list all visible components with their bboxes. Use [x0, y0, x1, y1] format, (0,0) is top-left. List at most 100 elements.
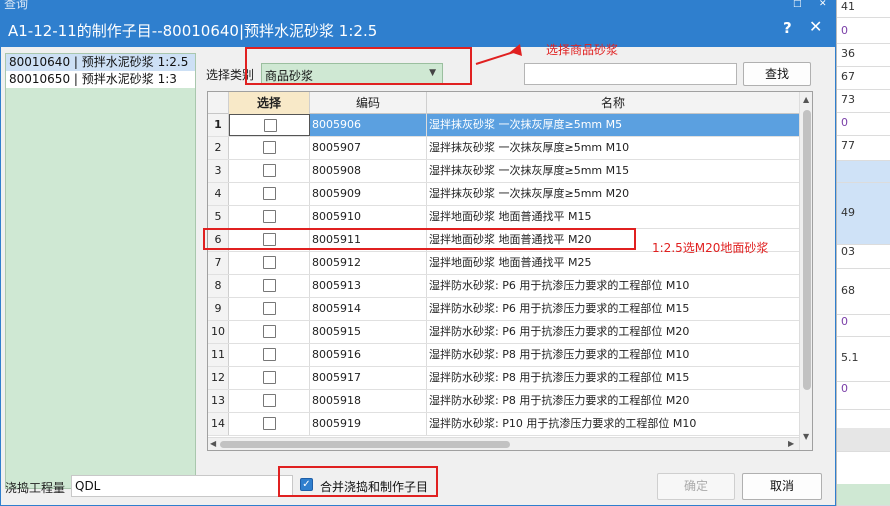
name-cell[interactable]: 湿拌防水砂浆: P6 用于抗渗压力要求的工程部位 M10	[427, 275, 799, 297]
table-row[interactable]: 1 8005906 湿拌抹灰砂浆 一次抹灰厚度≥5mm M5	[208, 114, 799, 137]
code-cell[interactable]: 8005915	[310, 321, 427, 343]
scroll-right-icon[interactable]: ▶	[788, 439, 794, 448]
select-cell	[229, 321, 310, 343]
code-cell[interactable]: 8005918	[310, 390, 427, 412]
row-index: 8	[208, 275, 229, 297]
row-checkbox[interactable]	[263, 256, 276, 269]
background-window-title: 查询	[4, 0, 29, 10]
cancel-button[interactable]: 取消	[742, 473, 822, 500]
maximize-icon[interactable]: □	[793, 0, 802, 10]
name-column-header[interactable]: 名称	[427, 92, 799, 114]
select-cell	[229, 252, 310, 274]
code-column-header[interactable]: 编码	[310, 92, 427, 114]
code-cell[interactable]: 8005910	[310, 206, 427, 228]
row-index: 4	[208, 183, 229, 205]
name-cell[interactable]: 湿拌抹灰砂浆 一次抹灰厚度≥5mm M20	[427, 183, 799, 205]
code-cell[interactable]: 8005914	[310, 298, 427, 320]
bg-cell: 0	[837, 116, 890, 136]
code-cell[interactable]: 8005916	[310, 344, 427, 366]
bg-cell: 67	[837, 70, 890, 90]
name-cell[interactable]: 湿拌防水砂浆: P8 用于抗渗压力要求的工程部位 M20	[427, 390, 799, 412]
table-row[interactable]: 5 8005910 湿拌地面砂浆 地面普通找平 M15	[208, 206, 799, 229]
table-row[interactable]: 8 8005913 湿拌防水砂浆: P6 用于抗渗压力要求的工程部位 M10	[208, 275, 799, 298]
name-cell[interactable]: 湿拌防水砂浆: P6 用于抗渗压力要求的工程部位 M15	[427, 298, 799, 320]
scroll-down-icon[interactable]: ▼	[803, 432, 809, 441]
row-checkbox[interactable]	[263, 348, 276, 361]
select-cell	[229, 390, 310, 412]
category-highlight-box	[245, 47, 472, 85]
row-checkbox[interactable]	[263, 394, 276, 407]
dialog-title: A1-12-11的制作子目--80010640|预拌水泥砂浆 1:2.5	[8, 22, 378, 40]
table-row[interactable]: 14 8005919 湿拌防水砂浆: P10 用于抗渗压力要求的工程部位 M10	[208, 413, 799, 436]
annotation-arrow-icon	[475, 44, 522, 65]
row-checkbox[interactable]	[263, 302, 276, 315]
name-cell[interactable]: 湿拌地面砂浆 地面普通找平 M15	[427, 206, 799, 228]
code-cell[interactable]: 8005917	[310, 367, 427, 389]
table-row[interactable]: 12 8005917 湿拌防水砂浆: P8 用于抗渗压力要求的工程部位 M15	[208, 367, 799, 390]
select-column-header[interactable]: 选择	[229, 92, 310, 114]
table-row[interactable]: 13 8005918 湿拌防水砂浆: P8 用于抗渗压力要求的工程部位 M20	[208, 390, 799, 413]
row-checkbox[interactable]	[263, 417, 276, 430]
list-item[interactable]: 80010640 | 预拌水泥砂浆 1:2.5	[6, 54, 195, 71]
table-row[interactable]: 2 8005907 湿拌抹灰砂浆 一次抹灰厚度≥5mm M10	[208, 137, 799, 160]
row-checkbox[interactable]	[263, 371, 276, 384]
bg-cell: 41	[837, 0, 890, 18]
horizontal-scrollbar[interactable]: ◀ ▶	[208, 437, 799, 450]
select-cell	[229, 137, 310, 159]
code-cell[interactable]: 8005912	[310, 252, 427, 274]
table-row[interactable]: 10 8005915 湿拌防水砂浆: P6 用于抗渗压力要求的工程部位 M20	[208, 321, 799, 344]
row-index: 7	[208, 252, 229, 274]
scroll-thumb[interactable]	[220, 441, 510, 448]
help-icon[interactable]: ?	[783, 19, 792, 37]
category-annotation: 选择商品砂浆	[546, 43, 619, 57]
row-checkbox[interactable]	[263, 164, 276, 177]
row-index: 3	[208, 160, 229, 182]
find-button[interactable]: 查找	[743, 62, 811, 86]
row-checkbox[interactable]	[263, 187, 276, 200]
scroll-left-icon[interactable]: ◀	[210, 439, 216, 448]
row-checkbox[interactable]	[263, 141, 276, 154]
select-cell	[229, 275, 310, 297]
row-index: 10	[208, 321, 229, 343]
row-index: 2	[208, 137, 229, 159]
vertical-scrollbar[interactable]: ▲ ▼	[799, 92, 812, 450]
select-cell	[229, 367, 310, 389]
bg-cell	[837, 484, 890, 506]
confirm-button[interactable]: 确定	[657, 473, 735, 500]
name-cell[interactable]: 湿拌抹灰砂浆 一次抹灰厚度≥5mm M10	[427, 137, 799, 159]
dialog-titlebar[interactable]: A1-12-11的制作子目--80010640|预拌水泥砂浆 1:2.5 ? ✕	[1, 11, 835, 47]
code-cell[interactable]: 8005909	[310, 183, 427, 205]
name-cell[interactable]: 湿拌抹灰砂浆 一次抹灰厚度≥5mm M15	[427, 160, 799, 182]
code-cell[interactable]: 8005908	[310, 160, 427, 182]
row-checkbox[interactable]	[263, 210, 276, 223]
name-cell[interactable]: 湿拌防水砂浆: P6 用于抗渗压力要求的工程部位 M20	[427, 321, 799, 343]
background-window-titlebar: 查询	[0, 0, 890, 10]
table-row[interactable]: 11 8005916 湿拌防水砂浆: P8 用于抗渗压力要求的工程部位 M10	[208, 344, 799, 367]
row-index: 9	[208, 298, 229, 320]
scroll-thumb[interactable]	[803, 110, 811, 390]
name-cell[interactable]: 湿拌防水砂浆: P8 用于抗渗压力要求的工程部位 M15	[427, 367, 799, 389]
bg-cell: 0	[837, 315, 890, 337]
name-cell[interactable]: 湿拌防水砂浆: P8 用于抗渗压力要求的工程部位 M10	[427, 344, 799, 366]
list-item[interactable]: 80010650 | 预拌水泥砂浆 1:3	[6, 71, 195, 88]
scroll-up-icon[interactable]: ▲	[803, 95, 809, 104]
table-row[interactable]: 3 8005908 湿拌抹灰砂浆 一次抹灰厚度≥5mm M15	[208, 160, 799, 183]
select-cell	[229, 413, 310, 435]
select-cell	[229, 298, 310, 320]
name-cell[interactable]: 湿拌抹灰砂浆 一次抹灰厚度≥5mm M5	[427, 114, 799, 136]
code-cell[interactable]: 8005906	[310, 114, 427, 136]
code-cell[interactable]: 8005919	[310, 413, 427, 435]
table-row[interactable]: 9 8005914 湿拌防水砂浆: P6 用于抗渗压力要求的工程部位 M15	[208, 298, 799, 321]
quantity-input[interactable]: QDL	[71, 475, 293, 497]
code-cell[interactable]: 8005907	[310, 137, 427, 159]
search-input[interactable]	[524, 63, 737, 85]
close-icon[interactable]: ✕	[809, 17, 822, 36]
row-checkbox[interactable]	[263, 325, 276, 338]
background-column: 41 0 36 67 73 0 77 49 03 68 0 5.1 0	[836, 0, 890, 506]
table-row[interactable]: 4 8005909 湿拌抹灰砂浆 一次抹灰厚度≥5mm M20	[208, 183, 799, 206]
row-checkbox[interactable]	[264, 119, 277, 132]
row-checkbox[interactable]	[263, 279, 276, 292]
close-icon[interactable]: ✕	[819, 0, 827, 10]
code-cell[interactable]: 8005913	[310, 275, 427, 297]
name-cell[interactable]: 湿拌防水砂浆: P10 用于抗渗压力要求的工程部位 M10	[427, 413, 799, 435]
